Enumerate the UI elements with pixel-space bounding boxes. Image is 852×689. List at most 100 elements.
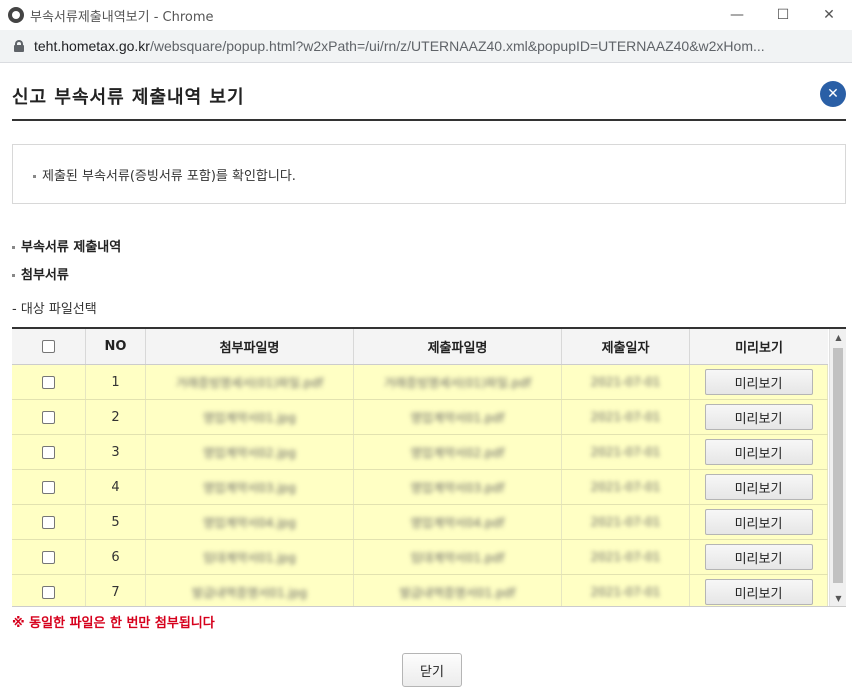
row-no: 3 (86, 435, 146, 469)
section-target: - 대상 파일선택 (12, 302, 97, 317)
row-checkbox-cell (12, 400, 86, 434)
row-checkbox[interactable] (42, 550, 55, 564)
row-submit-name: 거래증빙명세서(01)파일.pdf (383, 375, 532, 390)
row-attach-name: 영업계약서04.jpg (203, 515, 296, 530)
table-row[interactable]: 1 거래증빙명세서(01)파일.pdf 거래증빙명세서(01)파일.pdf 20… (12, 365, 828, 400)
window-title: 부속서류제출내역보기 - Chrome (30, 9, 214, 25)
row-checkbox[interactable] (42, 445, 55, 459)
row-checkbox[interactable] (42, 585, 55, 599)
row-submit-name: 영업계약서02.pdf (410, 445, 505, 460)
row-date-cell: 2021-07-01 (562, 365, 690, 399)
minimize-button[interactable]: — (714, 0, 760, 30)
notice-text: 제출된 부속서류(증빙서류 포함)를 확인합니다. (42, 169, 296, 184)
row-no: 6 (86, 540, 146, 574)
row-attach-cell: 영업계약서04.jpg (146, 505, 354, 539)
scroll-thumb[interactable] (833, 348, 843, 583)
row-checkbox[interactable] (42, 375, 55, 389)
row-attach-cell: 임대계약서01.jpg (146, 540, 354, 574)
row-submit-cell: 거래증빙명세서(01)파일.pdf (354, 365, 562, 399)
section-attachments-label: 첨부서류 (21, 268, 69, 283)
row-submit-name: 임대계약서01.pdf (410, 550, 505, 565)
row-attach-name: 영업계약서02.jpg (203, 445, 296, 460)
attachment-table: NO 첨부파일명 제출파일명 제출일자 미리보기 1 거래증빙명세서(01)파일… (12, 327, 846, 607)
preview-button[interactable]: 미리보기 (704, 439, 813, 465)
row-checkbox[interactable] (42, 410, 55, 424)
row-date-cell: 2021-07-01 (562, 400, 690, 434)
header-submit-name: 제출파일명 (354, 329, 562, 364)
popup-close-icon[interactable]: ✕ (820, 81, 846, 107)
preview-button[interactable]: 미리보기 (704, 369, 813, 395)
row-attach-cell: 발급내역증명서01.jpg (146, 575, 354, 606)
select-all-checkbox[interactable] (42, 340, 55, 353)
row-submit-cell: 발급내역증명서01.pdf (354, 575, 562, 606)
bullet-icon (12, 274, 15, 277)
row-date-cell: 2021-07-01 (562, 575, 690, 606)
url-text[interactable]: teht.hometax.go.kr/websquare/popup.html?… (34, 38, 844, 54)
row-checkbox-cell (12, 540, 86, 574)
row-submit-cell: 영업계약서02.pdf (354, 435, 562, 469)
row-date: 2021-07-01 (590, 515, 661, 529)
preview-button[interactable]: 미리보기 (704, 579, 813, 605)
url-path: /websquare/popup.html?w2xPath=/ui/rn/z/U… (149, 38, 765, 54)
chrome-icon (8, 7, 24, 23)
row-date: 2021-07-01 (590, 375, 661, 389)
row-no: 2 (86, 400, 146, 434)
row-submit-cell: 임대계약서01.pdf (354, 540, 562, 574)
window-controls: — ☐ ✕ (714, 0, 852, 30)
close-button[interactable]: 닫기 (402, 653, 462, 687)
row-checkbox-cell (12, 505, 86, 539)
maximize-button[interactable]: ☐ (760, 0, 806, 30)
bullet-icon (12, 246, 15, 249)
row-submit-cell: 영업계약서04.pdf (354, 505, 562, 539)
section-submitted: 부속서류 제출내역 (12, 236, 121, 255)
table-header: NO 첨부파일명 제출파일명 제출일자 미리보기 (12, 329, 828, 365)
row-checkbox-cell (12, 435, 86, 469)
row-preview-cell: 미리보기 (690, 575, 828, 606)
header-attach-name: 첨부파일명 (146, 329, 354, 364)
preview-button[interactable]: 미리보기 (704, 544, 813, 570)
row-date: 2021-07-01 (590, 445, 661, 459)
table-row[interactable]: 6 임대계약서01.jpg 임대계약서01.pdf 2021-07-01 미리보… (12, 540, 828, 575)
row-preview-cell: 미리보기 (690, 400, 828, 434)
section-submitted-label: 부속서류 제출내역 (21, 240, 122, 255)
row-preview-cell: 미리보기 (690, 435, 828, 469)
row-submit-name: 영업계약서01.pdf (410, 410, 505, 425)
row-preview-cell: 미리보기 (690, 540, 828, 574)
row-checkbox-cell (12, 470, 86, 504)
row-date-cell: 2021-07-01 (562, 505, 690, 539)
row-submit-cell: 영업계약서01.pdf (354, 400, 562, 434)
row-checkbox[interactable] (42, 480, 55, 494)
row-submit-cell: 영업계약서03.pdf (354, 470, 562, 504)
table-scrollbar[interactable]: ▲ ▼ (829, 329, 846, 606)
row-attach-cell: 영업계약서02.jpg (146, 435, 354, 469)
row-preview-cell: 미리보기 (690, 505, 828, 539)
row-attach-name: 영업계약서01.jpg (203, 410, 296, 425)
header-no: NO (86, 329, 146, 364)
preview-button[interactable]: 미리보기 (704, 509, 813, 535)
table-row[interactable]: 2 영업계약서01.jpg 영업계약서01.pdf 2021-07-01 미리보… (12, 400, 828, 435)
table-row[interactable]: 7 발급내역증명서01.jpg 발급내역증명서01.pdf 2021-07-01… (12, 575, 828, 606)
row-date-cell: 2021-07-01 (562, 470, 690, 504)
row-preview-cell: 미리보기 (690, 365, 828, 399)
table-row[interactable]: 5 영업계약서04.jpg 영업계약서04.pdf 2021-07-01 미리보… (12, 505, 828, 540)
duplicate-file-warning: ※ 동일한 파일은 한 번만 첨부됩니다 (12, 616, 215, 631)
row-attach-name: 영업계약서03.jpg (203, 480, 296, 495)
bullet-icon (33, 175, 36, 178)
row-submit-name: 영업계약서04.pdf (410, 515, 505, 530)
row-checkbox[interactable] (42, 515, 55, 529)
row-attach-cell: 영업계약서03.jpg (146, 470, 354, 504)
preview-button[interactable]: 미리보기 (704, 474, 813, 500)
address-bar[interactable]: teht.hometax.go.kr/websquare/popup.html?… (0, 30, 852, 63)
scroll-down-icon[interactable]: ▼ (830, 590, 846, 606)
window-close-button[interactable]: ✕ (806, 0, 852, 30)
scroll-up-icon[interactable]: ▲ (830, 329, 846, 346)
preview-button[interactable]: 미리보기 (704, 404, 813, 430)
lock-icon[interactable] (14, 40, 24, 52)
row-checkbox-cell (12, 365, 86, 399)
page-title: 신고 부속서류 제출내역 보기 (12, 87, 245, 108)
row-no: 4 (86, 470, 146, 504)
popup-header: 신고 부속서류 제출내역 보기 ✕ (12, 63, 846, 121)
row-date-cell: 2021-07-01 (562, 435, 690, 469)
table-row[interactable]: 3 영업계약서02.jpg 영업계약서02.pdf 2021-07-01 미리보… (12, 435, 828, 470)
table-row[interactable]: 4 영업계약서03.jpg 영업계약서03.pdf 2021-07-01 미리보… (12, 470, 828, 505)
